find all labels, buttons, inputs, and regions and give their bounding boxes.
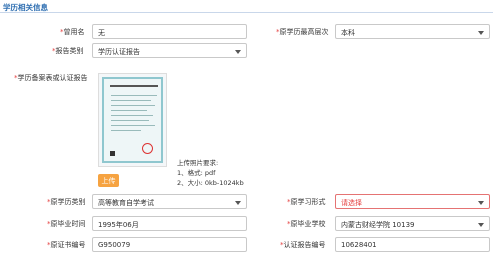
certificate-text-line xyxy=(111,100,151,101)
used-name-label: *曾用名 xyxy=(60,28,85,36)
report-type-value: 学历认证报告 xyxy=(98,48,140,56)
section-divider xyxy=(0,12,493,13)
certificate-text-line xyxy=(111,125,155,126)
section-header: 学历相关信息 xyxy=(0,0,493,14)
cert-upload-label: *学历备案表或认证报告 xyxy=(14,74,88,82)
study-form-label: *原学习形式 xyxy=(287,198,326,206)
upload-button[interactable]: 上传 xyxy=(98,174,119,187)
upload-requirement-format: 1、格式: pdf xyxy=(177,169,216,177)
grad-time-label: *原毕业时间 xyxy=(47,220,86,228)
chevron-down-icon xyxy=(478,201,484,205)
certificate-text-line xyxy=(111,95,157,96)
certificate-heading-mark xyxy=(110,85,158,87)
grad-school-select[interactable]: 内蒙古财经学院 10139 xyxy=(335,216,490,231)
chevron-down-icon xyxy=(478,223,484,227)
upload-requirements-title: 上传照片要求: xyxy=(177,159,219,167)
grad-school-value: 内蒙古财经学院 10139 xyxy=(341,221,415,229)
report-no-label: *认证报告编号 xyxy=(280,241,326,249)
study-form-select[interactable]: 请选择 xyxy=(335,194,490,209)
cert-no-input[interactable]: G950079 xyxy=(92,237,247,252)
highest-level-label: *原学历最高层次 xyxy=(276,28,329,36)
upload-button-label: 上传 xyxy=(101,177,116,185)
cert-no-value: G950079 xyxy=(98,241,131,249)
report-type-select[interactable]: 学历认证报告 xyxy=(92,43,247,58)
study-form-placeholder: 请选择 xyxy=(341,199,362,207)
used-name-input[interactable]: 无 xyxy=(92,24,247,39)
certificate-image xyxy=(102,77,163,163)
chevron-down-icon xyxy=(235,50,241,54)
chevron-down-icon xyxy=(478,31,484,35)
cert-no-label: *原证书编号 xyxy=(47,241,86,249)
report-no-input[interactable]: 10628401 xyxy=(335,237,490,252)
edu-type-value: 高等教育自学考试 xyxy=(98,199,154,207)
certificate-text-line xyxy=(111,105,155,106)
chevron-down-icon xyxy=(235,201,241,205)
certificate-text-line xyxy=(111,110,147,111)
highest-level-value: 本科 xyxy=(341,29,355,37)
grad-time-value: 1995年06月 xyxy=(98,221,139,229)
certificate-text-line xyxy=(111,120,149,121)
highest-level-select[interactable]: 本科 xyxy=(335,24,490,39)
upload-requirement-size: 2、大小: 0kb-1024kb xyxy=(177,179,244,187)
certificate-text-line xyxy=(111,130,141,131)
edu-type-label: *原学历类别 xyxy=(47,198,86,206)
seal-icon xyxy=(142,143,153,154)
used-name-value: 无 xyxy=(98,29,105,37)
report-type-label: *报告类别 xyxy=(52,47,84,55)
certificate-thumbnail[interactable] xyxy=(98,73,167,167)
report-no-value: 10628401 xyxy=(341,241,377,249)
edu-type-select[interactable]: 高等教育自学考试 xyxy=(92,194,247,209)
certificate-text-line xyxy=(111,115,153,116)
qr-code-icon xyxy=(110,151,115,156)
grad-school-label: *原毕业学校 xyxy=(287,220,326,228)
grad-time-input[interactable]: 1995年06月 xyxy=(92,216,247,231)
